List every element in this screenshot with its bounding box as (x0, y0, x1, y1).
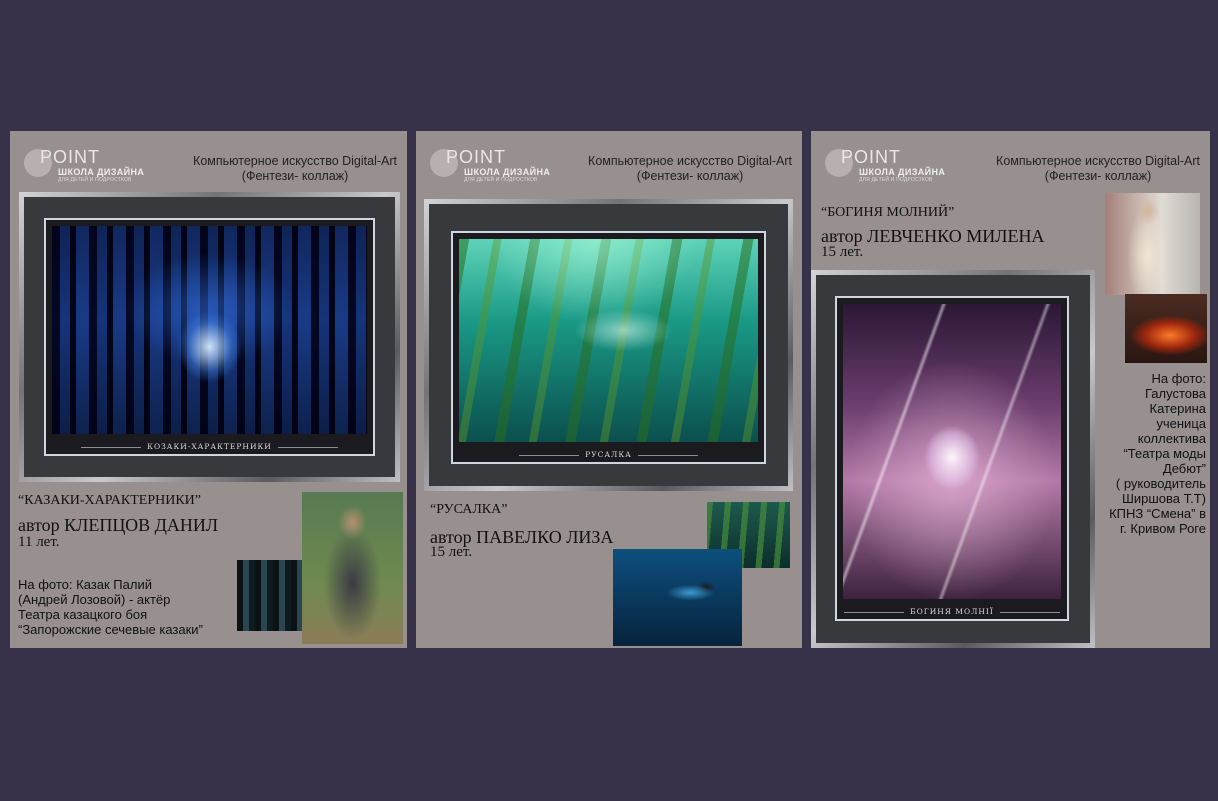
author-age: 15 лет. (821, 244, 864, 260)
artwork-author: автор КЛЕПЦОВ ДАНИЛ (18, 515, 219, 535)
photo-note: На фото: Галустова Катерина ученица колл… (1056, 371, 1206, 536)
note-line: “Запорожские сечевые казаки” (18, 622, 203, 637)
note-line: коллектива (1137, 431, 1206, 446)
artwork-mat: КОЗАКИ-ХАРАКТЕРНИКИ (24, 197, 395, 477)
artwork-rusalka-image (459, 239, 758, 442)
reference-photo-model (1105, 193, 1200, 295)
artwork-caption: КОЗАКИ-ХАРАКТЕРНИКИ (46, 442, 373, 451)
artwork-frame: РУСАЛКА (424, 199, 793, 491)
artwork-caption: БОГИНЯ МОЛНІЇ (837, 607, 1067, 616)
note-line: Ширшова Т.Т) (1121, 491, 1206, 506)
note-line: На фото: Казак Палий (18, 577, 152, 592)
course-header: Компьютерное искусство Digital-Art (Фент… (996, 154, 1200, 184)
course-genre: (Фентези- коллаж) (636, 169, 744, 183)
course-header: Компьютерное искусство Digital-Art (Фент… (193, 154, 397, 184)
logo-subtitle: ШКОЛА ДИЗАЙНА (859, 167, 946, 177)
course-title: Компьютерное искусство Digital-Art (996, 154, 1200, 168)
artwork-inner-frame: РУСАЛКА (451, 231, 766, 464)
artwork-title: “БОГИНЯ МОЛНИЙ” (821, 205, 955, 220)
note-line: Катерина (1149, 401, 1206, 416)
artwork-mat: РУСАЛКА (429, 204, 788, 486)
artwork-mat: БОГИНЯ МОЛНІЇ (816, 275, 1090, 643)
artwork-frame: БОГИНЯ МОЛНІЇ (811, 270, 1095, 648)
photo-note: На фото: Казак Палий (Андрей Лозовой) - … (18, 577, 203, 637)
course-title: Компьютерное искусство Digital-Art (588, 154, 792, 168)
artwork-inner-frame: БОГИНЯ МОЛНІЇ (835, 296, 1069, 621)
logo-tagline: ДЛЯ ДЕТЕЙ И ПОДРОСТКОВ (58, 177, 132, 183)
reference-photo-diver (613, 549, 742, 646)
artwork-inner-frame: КОЗАКИ-ХАРАКТЕРНИКИ (44, 218, 375, 456)
logo-word: POINT (446, 147, 507, 167)
reference-photo-lava (1125, 294, 1207, 363)
logo-tagline: ДЛЯ ДЕТЕЙ И ПОДРОСТКОВ (859, 177, 933, 183)
course-genre: (Фентези- коллаж) (241, 169, 349, 183)
logo-subtitle: ШКОЛА ДИЗАЙНА (58, 167, 145, 177)
note-line: ученица (1156, 416, 1206, 431)
point-logo: POINT ШКОЛА ДИЗАЙНА ДЛЯ ДЕТЕЙ И ПОДРОСТК… (24, 147, 164, 183)
logo-tagline: ДЛЯ ДЕТЕЙ И ПОДРОСТКОВ (464, 177, 538, 183)
artwork-title: “КАЗАКИ-ХАРАКТЕРНИКИ” (18, 493, 201, 508)
logo-word: POINT (841, 147, 902, 167)
note-line: КПНЗ “Смена” в (1109, 506, 1206, 521)
point-logo: POINT ШКОЛА ДИЗАЙНА ДЛЯ ДЕТЕЙ И ПОДРОСТК… (430, 147, 570, 183)
exhibit-panel-kazaki: POINT ШКОЛА ДИЗАЙНА ДЛЯ ДЕТЕЙ И ПОДРОСТК… (10, 131, 407, 648)
note-line: г. Кривом Роге (1120, 521, 1206, 536)
course-title: Компьютерное искусство Digital-Art (193, 154, 397, 168)
point-logo: POINT ШКОЛА ДИЗАЙНА ДЛЯ ДЕТЕЙ И ПОДРОСТК… (825, 147, 965, 183)
artwork-kazaki-image (52, 226, 367, 434)
note-line: ( руководитель (1115, 476, 1206, 491)
exhibit-panel-boginya: POINT ШКОЛА ДИЗАЙНА ДЛЯ ДЕТЕЙ И ПОДРОСТК… (811, 131, 1210, 648)
note-line: Театра казацкого боя (18, 607, 148, 622)
exhibit-panel-rusalka: POINT ШКОЛА ДИЗАЙНА ДЛЯ ДЕТЕЙ И ПОДРОСТК… (416, 131, 802, 648)
course-header: Компьютерное искусство Digital-Art (Фент… (588, 154, 792, 184)
note-line: Галустова (1144, 386, 1206, 401)
course-genre: (Фентези- коллаж) (1044, 169, 1152, 183)
reference-photo-cossack (302, 492, 403, 644)
artwork-boginya-image (843, 304, 1061, 599)
author-age: 15 лет. (430, 544, 473, 560)
logo-subtitle: ШКОЛА ДИЗАЙНА (464, 167, 551, 177)
note-line: Дебют” (1162, 461, 1206, 476)
logo-word: POINT (40, 147, 101, 167)
reference-photo-forest (237, 560, 302, 631)
artwork-caption: РУСАЛКА (453, 450, 764, 459)
artwork-author: автор ЛЕВЧЕНКО МИЛЕНА (821, 226, 1045, 246)
artwork-frame: КОЗАКИ-ХАРАКТЕРНИКИ (19, 192, 400, 482)
artwork-title: “РУСАЛКА” (430, 502, 508, 517)
author-age: 11 лет. (18, 534, 60, 550)
note-line: (Андрей Лозовой) - актёр (18, 592, 171, 607)
note-line: На фото: (1151, 371, 1206, 386)
note-line: “Театра моды (1123, 446, 1206, 461)
